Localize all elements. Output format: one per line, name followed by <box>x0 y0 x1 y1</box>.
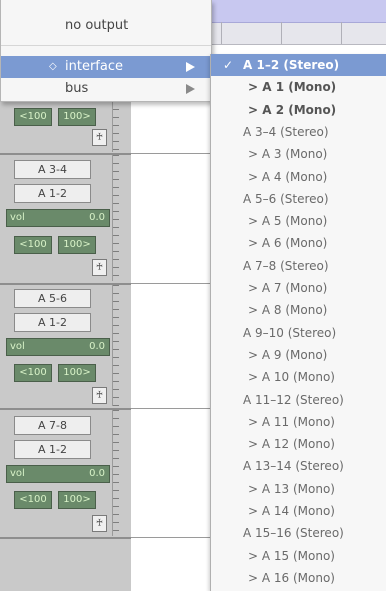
input-selector[interactable]: A 5-6 <box>14 289 91 308</box>
output-selector[interactable]: A 1-2 <box>14 184 91 203</box>
submenu-item[interactable]: A 3–4 (Stereo) <box>211 121 386 143</box>
menu-item-label: interface <box>65 59 123 74</box>
submenu-item-label: > A 7 (Mono) <box>248 281 328 295</box>
checkmark-icon: ✓ <box>223 58 234 72</box>
pan-left[interactable]: <100 <box>14 364 52 382</box>
volume-field[interactable]: vol 0.0 <box>6 465 110 483</box>
submenu-item[interactable]: > A 14 (Mono) <box>211 500 386 522</box>
lock-icon[interactable]: ♰ <box>92 515 107 532</box>
ruler-divider <box>281 22 282 44</box>
lock-icon[interactable]: ♰ <box>92 387 107 404</box>
submenu-item-label: A 15–16 (Stereo) <box>243 526 344 541</box>
submenu-item-label: > A 3 (Mono) <box>248 147 328 162</box>
submenu-item[interactable]: A 11–12 (Stereo) <box>211 389 386 411</box>
submenu-item[interactable]: A 13–14 (Stereo) <box>211 455 386 477</box>
submenu-item[interactable]: A 7–8 (Stereo) <box>211 255 386 277</box>
submenu-item[interactable]: > A 6 (Mono) <box>211 232 386 254</box>
submenu-item[interactable]: > A 1 (Mono) <box>211 76 386 98</box>
submenu-item[interactable]: > A 2 (Mono) <box>211 99 386 121</box>
pan-right[interactable]: 100> <box>58 364 96 382</box>
volume-field[interactable]: vol 0.0 <box>6 338 110 356</box>
submenu-item-label: > A 13 (Mono) <box>248 481 335 496</box>
submenu-item-label: A 9–10 (Stereo) <box>243 325 337 340</box>
submenu-item-label: > A 2 (Mono) <box>248 102 337 117</box>
diamond-bullet-icon: ◇ <box>49 61 57 72</box>
pan-right[interactable]: 100> <box>58 108 96 126</box>
submenu-item-label: A 11–12 (Stereo) <box>243 392 344 407</box>
submenu-item[interactable]: ✓ A 1–2 (Stereo) <box>211 54 386 76</box>
menu-item-label: bus <box>65 81 89 96</box>
volume-value: 0.0 <box>89 341 105 352</box>
submenu-item[interactable]: > A 9 (Mono) <box>211 344 386 366</box>
menu-item-bus[interactable]: bus <box>1 78 211 100</box>
volume-value: 0.0 <box>89 212 105 223</box>
pan-right[interactable]: 100> <box>58 491 96 509</box>
volume-label: vol <box>10 341 25 352</box>
submenu-item-label: > A 1 (Mono) <box>248 80 337 95</box>
submenu-item[interactable]: > A 4 (Mono) <box>211 166 386 188</box>
pan-right[interactable]: 100> <box>58 236 96 254</box>
strip-separator <box>0 537 131 539</box>
submenu-item-label: > A 11 (Mono) <box>248 414 335 429</box>
submenu-item-label: > A 16 (Mono) <box>248 570 335 585</box>
submenu-item[interactable]: > A 7 (Mono) <box>211 277 386 299</box>
submenu-item-label: > A 5 (Mono) <box>248 214 328 229</box>
submenu-item[interactable]: A 9–10 (Stereo) <box>211 322 386 344</box>
submenu-item-label: A 1–2 (Stereo) <box>243 58 340 72</box>
menu-item-label: no output <box>65 18 129 33</box>
volume-field[interactable]: vol 0.0 <box>6 209 110 227</box>
submenu-item[interactable]: > A 8 (Mono) <box>211 299 386 321</box>
submenu-item-label: > A 8 (Mono) <box>248 303 328 318</box>
submenu-item-label: > A 9 (Mono) <box>248 347 328 362</box>
submenu-item-label: > A 15 (Mono) <box>248 548 335 563</box>
submenu-item[interactable]: A 15–16 (Stereo) <box>211 522 386 544</box>
menu-item-interface[interactable]: ◇ interface <box>1 56 211 78</box>
level-meter-scale <box>112 155 127 281</box>
volume-label: vol <box>10 468 25 479</box>
lock-icon[interactable]: ♰ <box>92 259 107 276</box>
submenu-item-label: A 7–8 (Stereo) <box>243 258 329 273</box>
submenu-item[interactable]: > A 15 (Mono) <box>211 545 386 567</box>
submenu-item-label: > A 12 (Mono) <box>248 437 335 452</box>
submenu-item[interactable]: > A 10 (Mono) <box>211 366 386 388</box>
input-selector[interactable]: A 7-8 <box>14 416 91 435</box>
submenu-item[interactable]: > A 16 (Mono) <box>211 567 386 589</box>
submenu-arrow-icon <box>186 84 195 94</box>
input-selector[interactable]: A 3-4 <box>14 160 91 179</box>
pan-left[interactable]: <100 <box>14 108 52 126</box>
submenu-item-label: > A 6 (Mono) <box>248 236 328 251</box>
submenu-item-label: A 5–6 (Stereo) <box>243 191 329 206</box>
interface-submenu: ✓ A 1–2 (Stereo) > A 1 (Mono) > A 2 (Mono) A… <box>210 54 386 591</box>
output-selector[interactable]: A 1-2 <box>14 313 91 332</box>
output-routing-menu: no output ◇ interface bus <box>0 0 212 102</box>
level-meter-scale <box>112 285 127 406</box>
submenu-item-label: > A 10 (Mono) <box>248 370 335 385</box>
level-meter-scale <box>112 101 127 152</box>
timeline-ruler <box>191 0 386 23</box>
level-meter-scale <box>112 410 127 536</box>
lock-icon[interactable]: ♰ <box>92 129 107 146</box>
submenu-item-label: A 3–4 (Stereo) <box>243 124 329 139</box>
ruler-divider <box>341 22 342 44</box>
submenu-item[interactable]: > A 12 (Mono) <box>211 433 386 455</box>
submenu-item-label: > A 4 (Mono) <box>248 169 328 184</box>
submenu-item[interactable]: A 5–6 (Stereo) <box>211 188 386 210</box>
menu-item-no-output[interactable]: no output <box>1 15 211 37</box>
submenu-item[interactable]: > A 3 (Mono) <box>211 143 386 165</box>
volume-label: vol <box>10 212 25 223</box>
submenu-item[interactable]: > A 5 (Mono) <box>211 210 386 232</box>
output-selector[interactable]: A 1-2 <box>14 440 91 459</box>
menu-separator <box>1 45 211 46</box>
submenu-item-label: > A 14 (Mono) <box>248 504 335 518</box>
volume-value: 0.0 <box>89 468 105 479</box>
pan-left[interactable]: <100 <box>14 236 52 254</box>
submenu-arrow-icon <box>186 62 195 72</box>
submenu-item-label: A 13–14 (Stereo) <box>243 459 344 474</box>
ruler-divider <box>221 22 222 44</box>
submenu-item[interactable]: > A 13 (Mono) <box>211 478 386 500</box>
pan-left[interactable]: <100 <box>14 491 52 509</box>
submenu-item[interactable]: > A 11 (Mono) <box>211 411 386 433</box>
